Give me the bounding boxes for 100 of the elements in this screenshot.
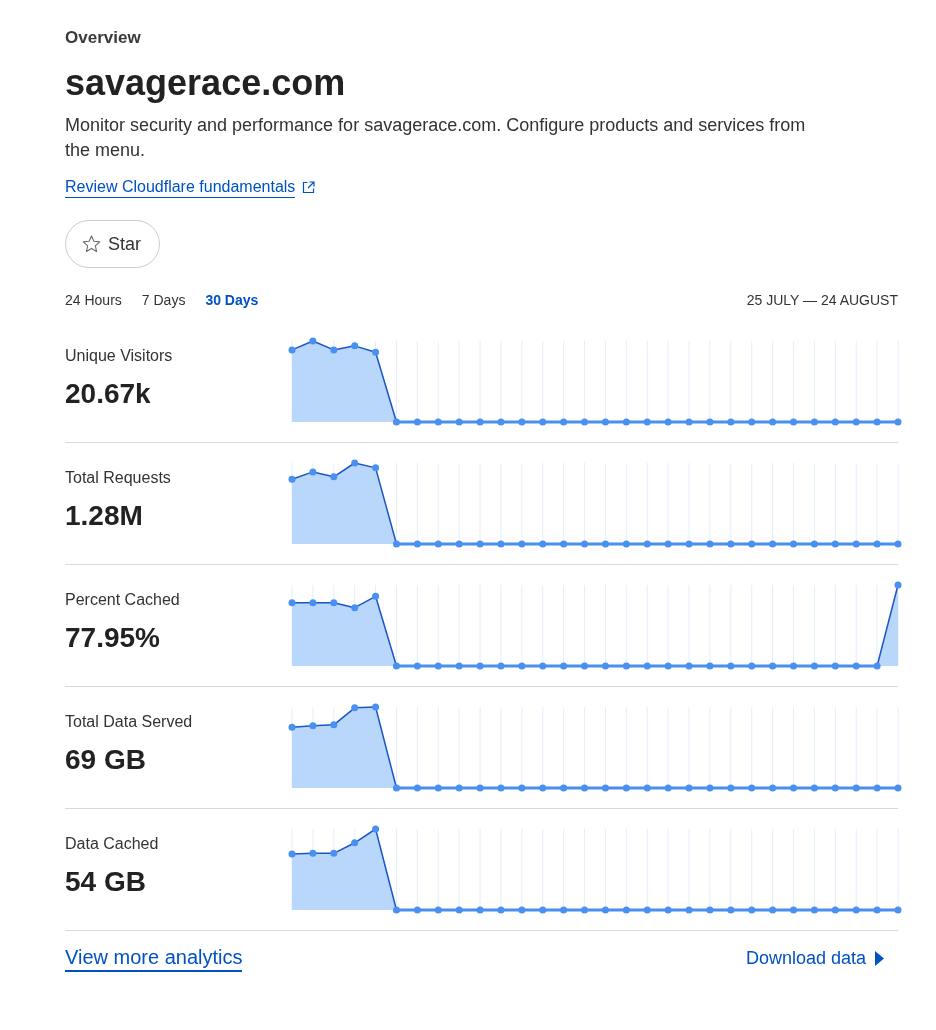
- data-point: [685, 906, 693, 914]
- metric-label: Percent Cached: [65, 590, 180, 610]
- data-point: [581, 418, 589, 426]
- data-point: [643, 418, 651, 426]
- data-point: [769, 418, 777, 426]
- metric-value: 1.28M: [65, 499, 143, 533]
- data-point: [560, 784, 568, 792]
- data-point: [790, 540, 797, 548]
- data-point: [497, 906, 505, 914]
- data-point: [393, 906, 400, 914]
- time-range-tab[interactable]: 24 Hours: [65, 290, 122, 310]
- data-point: [769, 662, 777, 670]
- data-point: [831, 784, 839, 792]
- data-point: [790, 662, 797, 670]
- data-point: [476, 906, 484, 914]
- data-point: [727, 662, 735, 670]
- data-point: [288, 850, 296, 858]
- data-point: [643, 540, 651, 548]
- data-point: [413, 662, 421, 670]
- time-range-tab[interactable]: 30 Days: [205, 290, 259, 310]
- data-point: [518, 906, 526, 914]
- data-point: [748, 540, 756, 548]
- data-point: [685, 418, 693, 426]
- data-point: [539, 540, 547, 548]
- page-description: Monitor security and performance for savagerace.com. Configure products and services from the menu.: [65, 114, 807, 162]
- data-point: [351, 704, 359, 712]
- data-point: [790, 906, 797, 914]
- data-point: [497, 662, 505, 670]
- data-point: [434, 418, 442, 426]
- data-point: [330, 849, 338, 857]
- data-point: [664, 418, 672, 426]
- data-point: [581, 540, 589, 548]
- data-point: [706, 906, 714, 914]
- data-point: [894, 418, 902, 426]
- fundamentals-link[interactable]: Review Cloudflare fundamentals: [65, 177, 296, 198]
- data-point: [810, 662, 818, 670]
- data-point: [894, 784, 902, 792]
- data-point: [413, 906, 421, 914]
- time-range-tab[interactable]: 7 Days: [141, 290, 186, 310]
- data-point: [601, 662, 609, 670]
- data-point: [810, 784, 818, 792]
- data-point: [601, 784, 609, 792]
- data-point: [601, 418, 609, 426]
- data-point: [727, 784, 735, 792]
- data-point: [873, 784, 881, 792]
- data-point: [831, 906, 839, 914]
- data-point: [706, 540, 714, 548]
- data-point: [351, 604, 359, 612]
- data-point: [727, 906, 735, 914]
- data-point: [476, 784, 484, 792]
- data-point: [810, 906, 818, 914]
- data-point: [873, 540, 881, 548]
- data-point: [330, 473, 338, 481]
- data-point: [309, 849, 317, 857]
- data-point: [518, 662, 526, 670]
- data-point: [560, 662, 568, 670]
- data-point: [434, 540, 442, 548]
- data-point: [330, 599, 338, 607]
- data-point: [560, 418, 568, 426]
- data-point: [309, 468, 317, 476]
- metric-label: Unique Visitors: [65, 346, 173, 366]
- data-point: [769, 906, 777, 914]
- data-point: [664, 662, 672, 670]
- data-point: [706, 784, 714, 792]
- data-point: [309, 599, 317, 607]
- star-button[interactable]: Star: [65, 220, 160, 268]
- metric-value: 77.95%: [65, 621, 160, 655]
- metric-label: Total Requests: [65, 468, 171, 488]
- data-point: [413, 784, 421, 792]
- metric-value: 20.67k: [65, 377, 151, 411]
- data-point: [518, 540, 526, 548]
- data-point: [664, 784, 672, 792]
- data-point: [727, 540, 735, 548]
- data-point: [685, 784, 693, 792]
- data-point: [748, 906, 756, 914]
- data-point: [664, 906, 672, 914]
- data-point: [831, 540, 839, 548]
- data-point: [372, 464, 380, 472]
- data-point: [455, 418, 463, 426]
- data-point: [831, 418, 839, 426]
- data-point: [706, 418, 714, 426]
- data-point: [455, 540, 463, 548]
- data-point: [393, 662, 400, 670]
- data-point: [330, 346, 338, 354]
- data-point: [769, 540, 777, 548]
- data-point: [288, 723, 296, 731]
- data-point: [476, 662, 484, 670]
- date-range: 25 JULY — 24 AUGUST: [746, 291, 898, 310]
- data-point: [873, 906, 881, 914]
- data-point: [622, 540, 630, 548]
- data-point: [643, 906, 651, 914]
- data-point: [790, 784, 797, 792]
- view-analytics-link[interactable]: View more analytics: [65, 944, 243, 972]
- data-point: [560, 906, 568, 914]
- data-point: [434, 784, 442, 792]
- data-point: [894, 540, 902, 548]
- data-point: [413, 540, 421, 548]
- data-point: [560, 540, 568, 548]
- data-point: [393, 540, 400, 548]
- download-data-link[interactable]: Download data: [745, 946, 884, 970]
